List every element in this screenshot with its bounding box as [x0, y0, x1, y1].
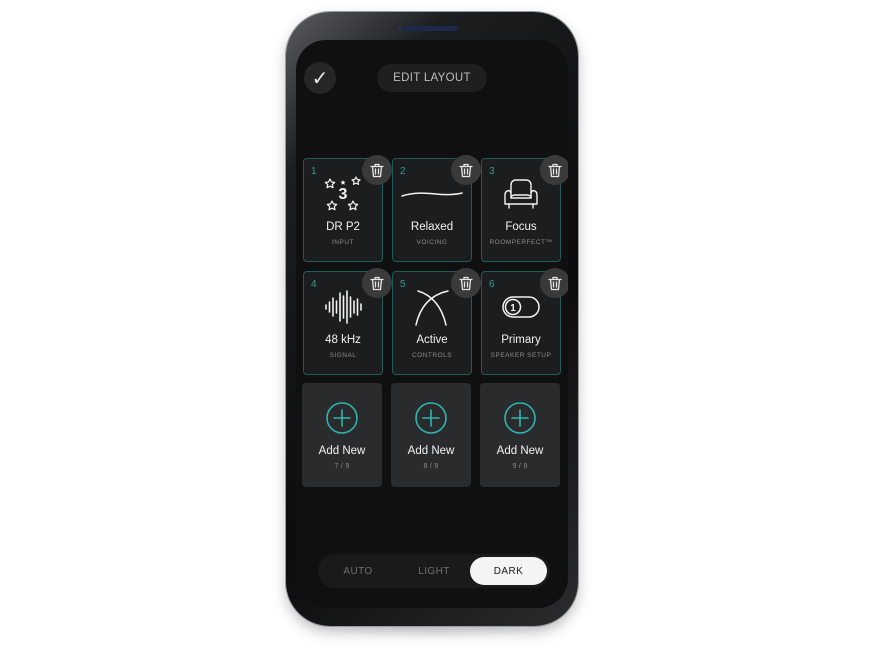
- crossing-curves-icon: [393, 284, 471, 330]
- toggle-badge: 1: [510, 303, 516, 314]
- theme-option-auto[interactable]: AUTO: [328, 557, 388, 585]
- tile-label: 48 kHz: [325, 334, 361, 346]
- tile-sublabel: SPEAKER SETUP: [490, 352, 552, 359]
- tile-label: Active: [416, 334, 448, 346]
- slot-counter: 8 / 9: [423, 463, 439, 470]
- waveform-icon: [304, 284, 382, 330]
- add-circle-icon: [391, 395, 471, 441]
- tile-input[interactable]: 1 3 DR P2 INPUT: [303, 155, 392, 262]
- armchair-icon: [482, 171, 560, 217]
- tile-sublabel: ROOMPERFECT™: [489, 239, 553, 246]
- tile-sublabel: VOICING: [416, 239, 448, 246]
- voicing-curve-icon: [393, 171, 471, 217]
- add-circle-icon: [302, 395, 382, 441]
- stars-3-icon: 3: [304, 171, 382, 217]
- front-sensor: [397, 27, 401, 31]
- tile-sublabel: CONTROLS: [411, 352, 453, 359]
- tile-signal[interactable]: 4 48 kHz SIGNAL: [303, 268, 392, 375]
- tile-label: Relaxed: [410, 221, 454, 233]
- slot-counter: 9 / 9: [512, 463, 528, 470]
- add-new-label: Add New: [496, 445, 544, 457]
- add-new-label: Add New: [318, 445, 366, 457]
- tile-label: Focus: [505, 221, 537, 233]
- add-new-label: Add New: [407, 445, 455, 457]
- toggle-one-icon: 1: [482, 284, 560, 330]
- theme-option-dark[interactable]: DARK: [470, 557, 547, 585]
- tile-voicing[interactable]: 2 Relaxed VOICING: [392, 155, 481, 262]
- tile-controls[interactable]: 5 Active CONTROLS: [392, 268, 481, 375]
- tile-label: DR P2: [326, 221, 360, 233]
- theme-option-light[interactable]: LIGHT: [404, 557, 464, 585]
- earpiece-speaker: [404, 26, 458, 31]
- app-screen: ✓ EDIT LAYOUT 1 3 DR P2 INPUT 2 Relaxed …: [296, 40, 568, 608]
- tile-speaker-setup[interactable]: 6 1 Primary SPEAKER SETUP: [481, 268, 568, 375]
- add-new-tile[interactable]: Add New 9 / 9: [480, 383, 560, 487]
- checkmark-icon: ✓: [311, 67, 329, 90]
- add-new-tile[interactable]: Add New 7 / 9: [302, 383, 382, 487]
- tile-label: Primary: [501, 334, 541, 346]
- tile-sublabel: SIGNAL: [329, 352, 357, 359]
- tile-sublabel: INPUT: [332, 239, 354, 246]
- theme-selector: AUTO LIGHT DARK: [318, 554, 550, 588]
- add-new-tile[interactable]: Add New 8 / 9: [391, 383, 471, 487]
- confirm-button[interactable]: ✓: [304, 62, 336, 94]
- tile-roomperfect[interactable]: 3 Focus ROOMPERFECT™: [481, 155, 568, 262]
- page-title: EDIT LAYOUT: [377, 64, 487, 92]
- slot-counter: 7 / 9: [334, 463, 350, 470]
- add-circle-icon: [480, 395, 560, 441]
- stars-badge: 3: [339, 186, 348, 203]
